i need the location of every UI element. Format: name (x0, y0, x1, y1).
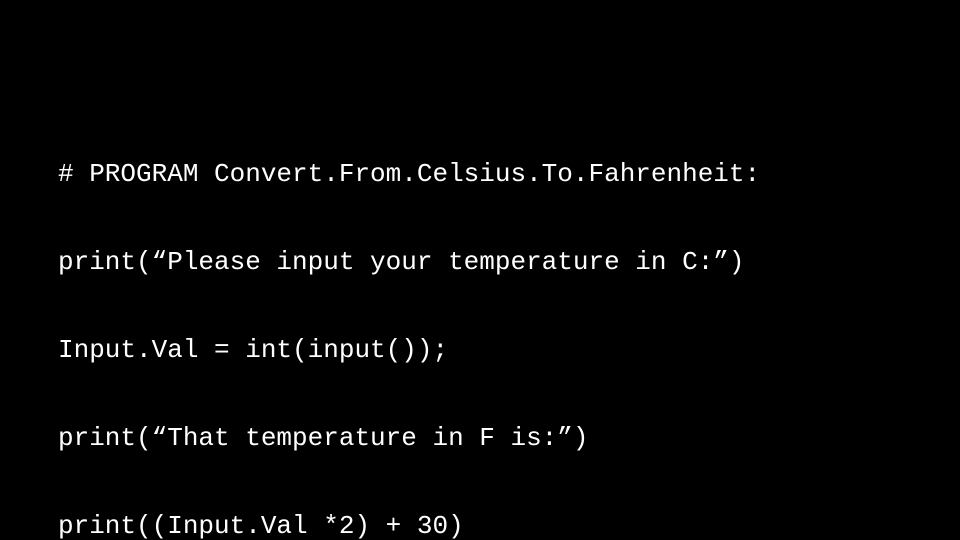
code-line: print((Input.Val *2) + 30) (58, 504, 960, 540)
code-line: # PROGRAM Convert.From.Celsius.To.Fahren… (58, 152, 960, 196)
code-line: Input.Val = int(input()); (58, 328, 960, 372)
code-line: print(“That temperature in F is:”) (58, 416, 960, 460)
code-block: # PROGRAM Convert.From.Celsius.To.Fahren… (0, 0, 960, 540)
code-line: print(“Please input your temperature in … (58, 240, 960, 284)
